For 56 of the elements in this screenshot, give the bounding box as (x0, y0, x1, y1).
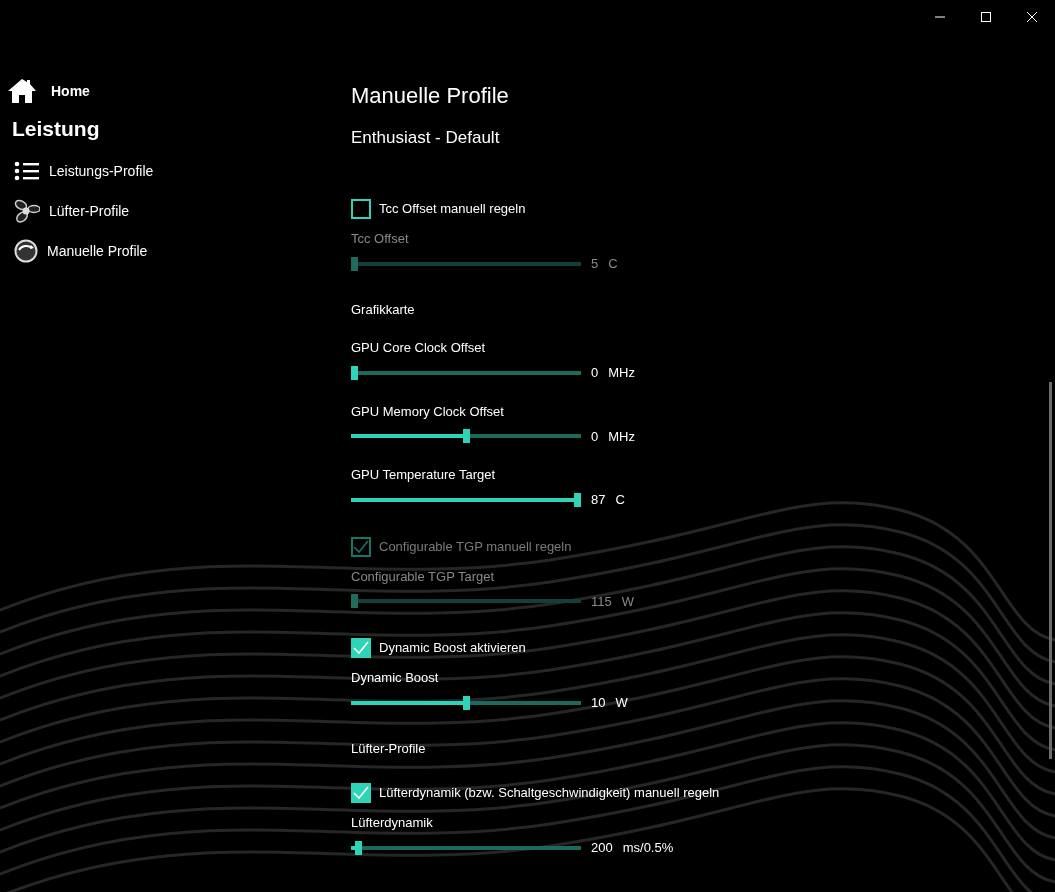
unit-label: W (621, 592, 634, 611)
fan-icon (14, 199, 40, 224)
slider-thumb[interactable] (462, 695, 470, 710)
slider-value: 5 (591, 255, 599, 273)
checkbox-label: Configurable TGP manuell regeln (379, 537, 572, 556)
slider-label: Dynamic Boost (351, 669, 440, 687)
close-icon (1027, 12, 1037, 22)
page-title: Manuelle Profile (351, 82, 510, 110)
unit-label: ms/0.5% (622, 839, 674, 857)
slider-thumb[interactable] (351, 365, 358, 380)
list-icon (14, 161, 40, 182)
unit-label: W (615, 694, 628, 712)
checkbox[interactable] (351, 199, 371, 219)
nav-item[interactable]: Leistungs-Profile (0, 151, 154, 192)
slider-label: Lüfterdynamik (351, 814, 434, 832)
unit-label: C (615, 491, 625, 509)
slider-track[interactable] (351, 365, 581, 380)
slider-label: Tcc Offset (351, 230, 410, 248)
nav-item[interactable]: Manuelle Profile (0, 231, 148, 272)
slider-value: 0 (591, 364, 599, 382)
slider-track[interactable] (351, 256, 581, 271)
gauge-icon (14, 239, 38, 264)
slider-value: 10 (591, 694, 606, 712)
slider-label: GPU Memory Clock Offset (351, 402, 505, 421)
unit-label: MHz (608, 427, 635, 446)
slider-track[interactable] (351, 594, 581, 609)
slider-value: 200 (591, 839, 613, 857)
slider-track[interactable] (351, 840, 581, 855)
slider-label: GPU Temperature Target (351, 466, 497, 484)
scrollbar[interactable] (1049, 382, 1052, 759)
section-heading: Grafikkarte (351, 300, 416, 319)
slider-value: 87 (591, 491, 606, 509)
checkbox-label: Lüfterdynamik (bzw. Schaltgeschwindigkeit) manuell regeln (379, 784, 720, 803)
slider-track[interactable] (351, 429, 581, 444)
slider-thumb[interactable] (355, 840, 363, 855)
section-title: Leistung (12, 116, 101, 142)
checkbox-label: Dynamic Boost aktivieren (379, 639, 526, 658)
slider-thumb[interactable] (574, 492, 581, 507)
home-link[interactable]: Home (51, 80, 90, 102)
slider-label: Configurable TGP Target (351, 567, 496, 586)
unit-label: C (608, 255, 618, 273)
nav-item[interactable]: Lüfter-Profile (0, 191, 130, 232)
slider-track[interactable] (351, 492, 581, 507)
slider-label: GPU Core Clock Offset (351, 339, 487, 357)
profile-name: Enthusiast - Default (351, 127, 501, 149)
section-heading: Lüfter-Profile (351, 739, 427, 758)
home-icon[interactable] (7, 78, 37, 104)
unit-label: MHz (608, 364, 635, 382)
slider-value: 0 (591, 427, 599, 446)
checkbox[interactable] (351, 638, 371, 658)
slider-thumb[interactable] (462, 429, 470, 444)
maximize-icon (981, 12, 991, 22)
slider-track[interactable] (351, 695, 581, 710)
checkbox-label: Tcc Offset manuell regeln (379, 200, 526, 219)
checkbox[interactable] (351, 783, 371, 803)
slider-value: 115 (591, 592, 612, 611)
